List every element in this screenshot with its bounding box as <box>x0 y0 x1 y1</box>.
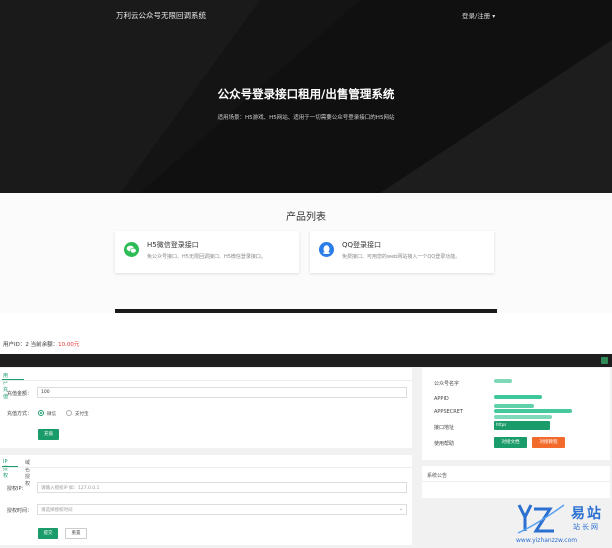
wechat-icon <box>124 242 139 257</box>
time-label: 授权时间： <box>7 508 33 514</box>
chevron-down-icon: ⌄ <box>399 506 404 512</box>
tab-ip-auth[interactable]: IP授权 <box>3 459 8 479</box>
section-divider <box>115 309 497 313</box>
site-brand[interactable]: 万利云公众号无限回调系统 <box>116 10 206 21</box>
qq-icon <box>319 242 334 257</box>
info-label: 接口地址 <box>434 425 455 431</box>
divider <box>0 380 412 381</box>
hero-title-part: 用 <box>309 87 322 101</box>
redacted-value <box>494 404 534 408</box>
tutorial-button[interactable]: 对接教程 <box>532 437 565 448</box>
product-section: 产品列表 H5微信登录接口 免公众号接口、H5无限回调接口、H5微信登录接口。 … <box>0 193 612 313</box>
login-register-label: 登录/注册 <box>462 12 491 20</box>
watermark: 易站 站长网 www.yizhanzzw.com <box>514 503 610 545</box>
info-label: 公众号名字 <box>434 381 460 387</box>
notice-title: 系统公告 <box>427 473 448 479</box>
hero-title: 公众号登录接口租用/出售管理系统 <box>0 86 612 102</box>
hero-title-part: 公众号登录 <box>217 87 276 101</box>
tab-domain-auth[interactable]: 域名授权 <box>25 459 30 487</box>
hero-subtitle: 适用场景：H5游戏、H5网站、适用于一切需要公众号登录接口的H5网站 <box>217 115 395 121</box>
account-info-panel: 公众号名字 APPID APPSECRET 接口地址 使用帮助 https 对接… <box>422 368 610 460</box>
submit-button[interactable]: 提交 <box>38 528 58 539</box>
api-url-prefix: https <box>496 422 507 427</box>
watermark-url: www.yizhanzzw.com <box>516 537 578 544</box>
redacted-value <box>494 379 512 383</box>
hero-title-part: 租 <box>298 87 310 101</box>
caret-down-icon: ▾ <box>492 13 496 20</box>
recharge-button[interactable]: 充值 <box>38 429 59 440</box>
radio-wechat-label: 微信 <box>47 412 56 417</box>
redacted-value <box>494 409 572 413</box>
notice-panel: 系统公告 <box>422 466 610 498</box>
amount-label: 充值金额： <box>7 391 33 397</box>
info-label: APPID <box>434 396 449 402</box>
admin-header-bar <box>0 354 612 367</box>
divider <box>422 481 610 482</box>
reset-button[interactable]: 重置 <box>65 528 87 539</box>
doc-button[interactable]: 对接文档 <box>494 437 527 448</box>
user-info-bar: 用户ID：2 当前余额：10.00元 <box>0 332 612 354</box>
ip-label: 授权IP： <box>7 486 27 492</box>
user-id-label: 用户ID： <box>3 342 26 348</box>
yz-logo-icon <box>517 504 565 534</box>
product-title: QQ登录接口 <box>342 241 382 249</box>
authorization-panel: IP授权 域名授权 授权IP： 请输入授权IP 如：127.0.0.1 授权时间… <box>0 455 412 545</box>
redacted-value <box>494 395 542 399</box>
product-card-wechat[interactable]: H5微信登录接口 免公众号接口、H5无限回调接口、H5微信登录接口。 <box>115 231 299 273</box>
recharge-panel: 用户充值 充值金额： 100 充值方式： 微信 支付宝 充值 <box>0 368 412 448</box>
info-label: APPSECRET <box>434 409 463 415</box>
info-label: 使用帮助 <box>434 441 455 447</box>
radio-alipay[interactable] <box>66 410 72 416</box>
amount-input[interactable]: 100 <box>37 387 407 398</box>
hero-banner: 万利云公众号无限回调系统 登录/注册 ▾ 公众号登录接口租用/出售管理系统 适用场… <box>0 0 612 193</box>
product-desc: 免费接口、可用您的web网站接入一个QQ登录功能。 <box>342 254 461 260</box>
balance-label: 当前余额： <box>30 342 59 348</box>
user-info-text: 用户ID：2 当前余额：10.00元 <box>3 340 79 348</box>
products-heading: 产品列表 <box>286 212 326 223</box>
method-label: 充值方式： <box>7 411 33 417</box>
hero-title-part: 接口 <box>275 87 299 101</box>
time-select[interactable]: 请选择授权时间 <box>37 504 407 515</box>
product-card-qq[interactable]: QQ登录接口 免费接口、可用您的web网站接入一个QQ登录功能。 <box>310 231 494 273</box>
product-desc: 免公众号接口、H5无限回调接口、H5微信登录接口。 <box>147 254 266 260</box>
user-id-value: 2 <box>25 342 29 348</box>
api-url-value: https <box>494 421 550 430</box>
balance-value: 10.00元 <box>58 342 80 348</box>
divider <box>0 467 412 468</box>
watermark-cn-small: 站长网 <box>573 523 600 531</box>
redacted-value <box>494 415 552 419</box>
ip-input[interactable]: 请输入授权IP 如：127.0.0.1 <box>37 482 407 493</box>
radio-wechat[interactable] <box>38 410 44 416</box>
hero-title-part: /出售管理系统 <box>321 87 395 101</box>
product-title: H5微信登录接口 <box>147 241 199 249</box>
watermark-cn-big: 易站 <box>571 506 603 522</box>
radio-alipay-label: 支付宝 <box>75 412 89 417</box>
login-register-menu[interactable]: 登录/注册 ▾ <box>462 10 495 20</box>
menu-icon[interactable] <box>601 357 608 364</box>
